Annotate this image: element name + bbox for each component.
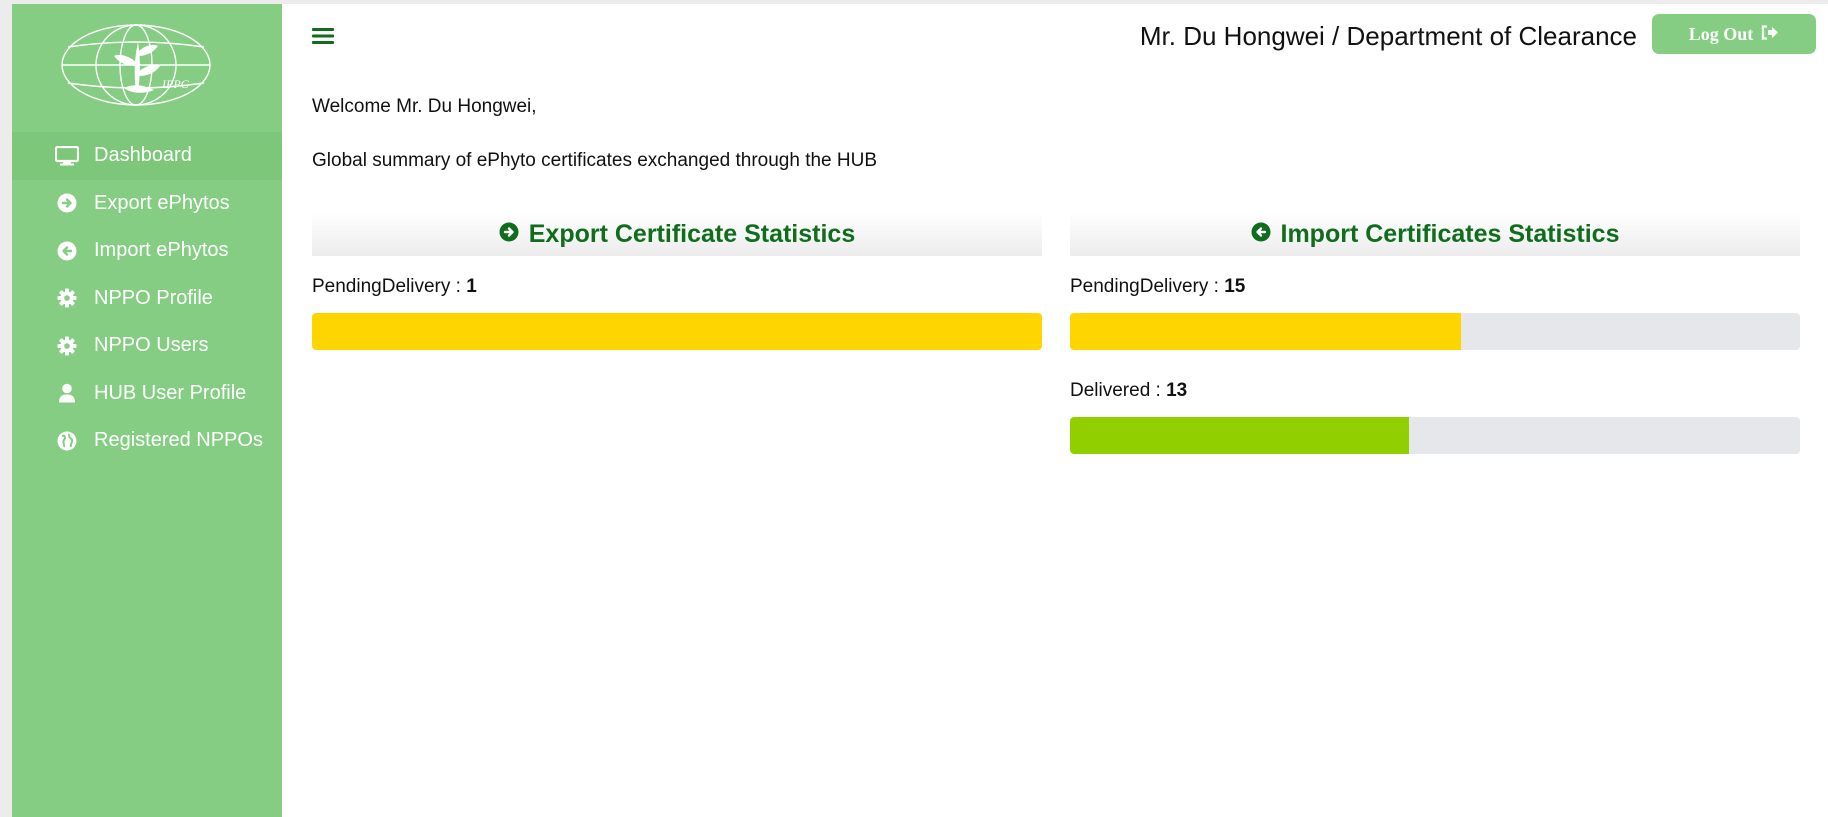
sign-out-icon	[1761, 24, 1779, 45]
stat-value: 13	[1166, 380, 1188, 401]
main-content: Mr. Du Hongwei / Department of Clearance…	[282, 4, 1828, 817]
sidebar-item-label: HUB User Profile	[94, 381, 247, 404]
sidebar-item-import-ephytos[interactable]: Import ePhytos	[12, 227, 282, 275]
stat-value: 1	[466, 276, 477, 297]
sidebar-item-dashboard[interactable]: Dashboard	[12, 132, 282, 180]
user-icon	[54, 382, 80, 404]
ippc-logo[interactable]: IPPC	[58, 22, 214, 108]
sidebar-item-nppo-profile[interactable]: NPPO Profile	[12, 275, 282, 323]
progress-bar	[312, 313, 1042, 350]
import-panel-header: Import Certificates Statistics	[1070, 212, 1800, 256]
progress-bar	[1070, 417, 1800, 454]
gear-icon	[54, 335, 80, 357]
import-pending-stat: PendingDelivery : 15	[1070, 276, 1800, 350]
stat-label: PendingDelivery : 1	[312, 276, 1042, 300]
circle-arrow-left-icon	[54, 240, 80, 262]
gear-icon	[54, 287, 80, 309]
stat-label: PendingDelivery : 15	[1070, 276, 1800, 300]
logout-label: Log Out	[1688, 23, 1754, 44]
sidebar-item-label: NPPO Profile	[94, 286, 213, 309]
progress-bar-fill	[1070, 417, 1409, 454]
stat-label-text: Delivered :	[1070, 380, 1167, 401]
export-panel-title: Export Certificate Statistics	[528, 219, 856, 248]
stat-value: 15	[1224, 276, 1246, 297]
export-panel-header: Export Certificate Statistics	[312, 212, 1042, 256]
circle-arrow-left-icon	[1251, 220, 1271, 249]
sidebar-item-hub-user-profile[interactable]: HUB User Profile	[12, 370, 282, 418]
globe-icon	[54, 430, 80, 452]
sidebar-item-label: Export ePhytos	[94, 191, 230, 214]
stat-label: Delivered : 13	[1070, 380, 1800, 404]
import-statistics-panel: Import Certificates Statistics PendingDe…	[1070, 212, 1800, 454]
app-window: IPPC Dashboard Export ePhytos Import ePh…	[12, 4, 1828, 817]
logout-button[interactable]: Log Out	[1652, 14, 1816, 54]
sidebar-item-label: Dashboard	[94, 144, 192, 167]
sidebar-item-label: Registered NPPOs	[94, 429, 263, 452]
circle-arrow-right-icon	[499, 220, 519, 249]
sidebar-item-label: Import ePhytos	[94, 239, 229, 262]
sidebar-item-export-ephytos[interactable]: Export ePhytos	[12, 180, 282, 228]
stat-label-text: PendingDelivery :	[312, 276, 467, 297]
summary-text: Global summary of ePhyto certificates ex…	[312, 150, 878, 171]
sidebar-item-nppo-users[interactable]: NPPO Users	[12, 322, 282, 370]
sidebar-item-label: NPPO Users	[94, 334, 209, 357]
user-department-title: Mr. Du Hongwei / Department of Clearance	[1139, 21, 1637, 51]
export-pending-stat: PendingDelivery : 1	[312, 276, 1042, 350]
monitor-icon	[54, 145, 80, 167]
export-statistics-panel: Export Certificate Statistics PendingDel…	[312, 212, 1042, 350]
progress-bar	[1070, 313, 1800, 350]
progress-bar-fill	[312, 313, 1042, 350]
import-panel-title: Import Certificates Statistics	[1280, 219, 1620, 248]
circle-arrow-right-icon	[54, 192, 80, 214]
progress-bar-fill	[1070, 313, 1462, 350]
import-delivered-stat: Delivered : 13	[1070, 380, 1800, 454]
stat-label-text: PendingDelivery :	[1070, 276, 1225, 297]
sidebar: IPPC Dashboard Export ePhytos Import ePh…	[12, 4, 282, 817]
menu-toggle-icon[interactable]	[312, 26, 334, 46]
logo-text: IPPC	[161, 77, 190, 91]
sidebar-item-registered-nppos[interactable]: Registered NPPOs	[12, 417, 282, 465]
sidebar-nav: Dashboard Export ePhytos Import ePhytos …	[12, 132, 282, 465]
welcome-text: Welcome Mr. Du Hongwei,	[312, 96, 537, 117]
